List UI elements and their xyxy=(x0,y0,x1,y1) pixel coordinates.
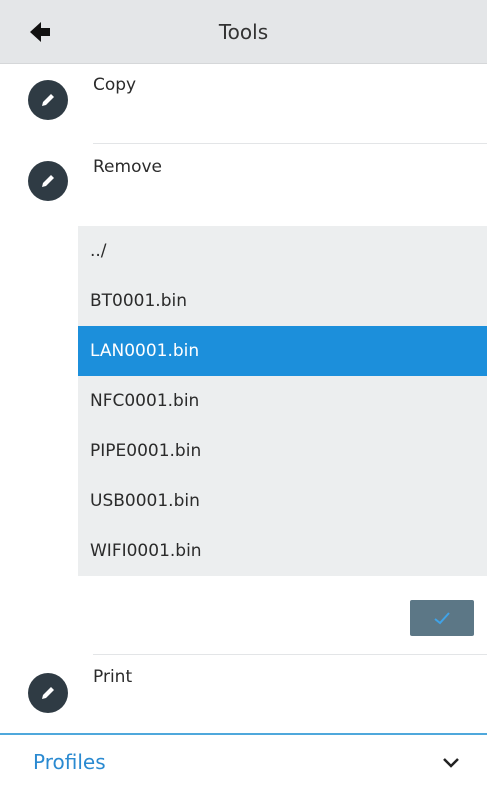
pencil-icon xyxy=(42,687,54,699)
file-item[interactable]: BT0001.bin xyxy=(78,276,487,326)
print-edit-button[interactable] xyxy=(28,673,68,713)
chevron-down-icon[interactable] xyxy=(440,755,462,771)
file-item[interactable]: USB0001.bin xyxy=(78,476,487,526)
remove-edit-button[interactable] xyxy=(28,161,68,201)
pencil-icon xyxy=(42,94,54,106)
file-item[interactable]: WIFI0001.bin xyxy=(78,526,487,576)
checkmark-icon xyxy=(434,612,450,625)
file-item[interactable]: NFC0001.bin xyxy=(78,376,487,426)
tool-label-remove: Remove xyxy=(93,157,162,177)
divider xyxy=(93,143,487,144)
profiles-section[interactable]: Profiles xyxy=(0,733,487,789)
copy-edit-button[interactable] xyxy=(28,80,68,120)
file-item-parent[interactable]: ../ xyxy=(78,226,487,276)
pencil-icon xyxy=(42,175,54,187)
header-bar: Tools xyxy=(0,0,487,64)
divider xyxy=(93,654,487,655)
confirm-button[interactable] xyxy=(410,600,474,636)
file-item[interactable]: PIPE0001.bin xyxy=(78,426,487,476)
page-title: Tools xyxy=(218,20,269,44)
tools-list: Copy Remove ../ BT0001.bin LAN0001.bin N… xyxy=(0,65,487,733)
tool-label-copy: Copy xyxy=(93,75,137,95)
file-list: ../ BT0001.bin LAN0001.bin NFC0001.bin P… xyxy=(78,226,487,576)
tool-label-print: Print xyxy=(93,667,133,687)
profiles-label: Profiles xyxy=(33,750,106,774)
file-item-selected[interactable]: LAN0001.bin xyxy=(78,326,487,376)
